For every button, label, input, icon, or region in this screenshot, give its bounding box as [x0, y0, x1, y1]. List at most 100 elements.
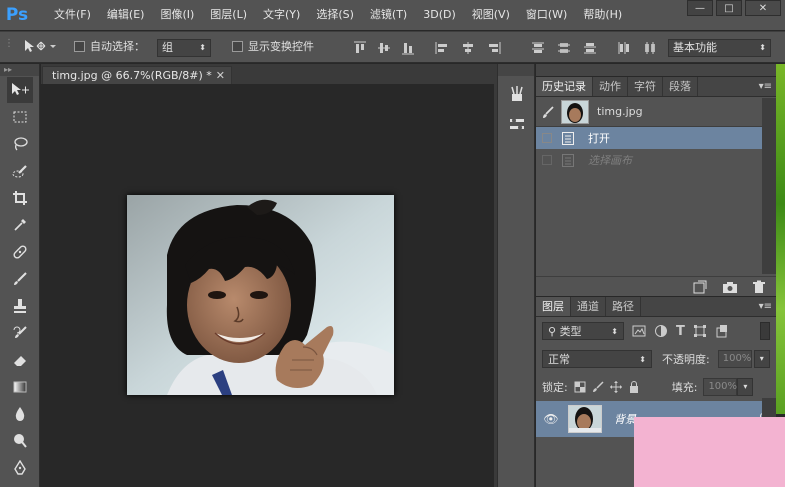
history-snapshot[interactable]: timg.jpg: [536, 97, 776, 127]
strip-grip[interactable]: [498, 64, 534, 76]
menu-filter[interactable]: 滤镜(T): [362, 0, 415, 30]
opacity-slider-toggle[interactable]: ▾: [753, 350, 770, 368]
menu-select[interactable]: 选择(S): [308, 0, 362, 30]
eye-icon[interactable]: 👁: [536, 412, 566, 426]
distribute-bottom-icon[interactable]: [582, 40, 598, 56]
align-vcenter-icon[interactable]: [376, 40, 392, 56]
fill-slider-toggle[interactable]: ▾: [737, 378, 754, 396]
options-grip-icon: ⋮: [4, 38, 14, 49]
dodge-tool[interactable]: [7, 428, 33, 454]
marquee-tool[interactable]: [7, 104, 33, 130]
filter-type-icon[interactable]: T: [676, 324, 685, 339]
align-top-icon[interactable]: [352, 40, 368, 56]
portrait-photo: [127, 195, 394, 395]
layers-panel-menu-icon[interactable]: ▾≡: [759, 297, 772, 317]
camera-icon[interactable]: [722, 280, 738, 294]
lock-all-icon[interactable]: [628, 381, 640, 393]
eraser-icon: [14, 356, 26, 366]
distribute-top-icon[interactable]: [530, 40, 546, 56]
tab-layers[interactable]: 图层: [536, 297, 571, 316]
distribute-hcenter-icon[interactable]: [642, 40, 658, 56]
menu-help[interactable]: 帮助(H): [575, 0, 630, 30]
menu-view[interactable]: 视图(V): [464, 0, 518, 30]
move-tool-preset-icon[interactable]: [22, 38, 56, 57]
menu-window[interactable]: 窗口(W): [518, 0, 575, 30]
auto-select-dropdown[interactable]: 组 ⬍: [157, 39, 211, 57]
lock-pixels-icon[interactable]: [592, 381, 604, 393]
document-image[interactable]: [127, 195, 394, 395]
quick-select-tool[interactable]: [7, 158, 33, 184]
tab-paragraph[interactable]: 段落: [663, 77, 698, 96]
layer-thumbnail: [568, 405, 602, 433]
history-state-open[interactable]: 打开: [536, 127, 776, 149]
menu-edit[interactable]: 编辑(E): [99, 0, 153, 30]
menu-file[interactable]: 文件(F): [46, 0, 99, 30]
history-scrollbar[interactable]: [762, 98, 776, 274]
eyedropper-tool[interactable]: [7, 212, 33, 238]
tool-presets-button[interactable]: [505, 112, 529, 136]
lock-transparent-icon[interactable]: [574, 381, 586, 393]
snapshot-thumbnail: [561, 99, 589, 124]
filter-adjustment-icon[interactable]: [654, 324, 668, 338]
align-bottom-icon[interactable]: [400, 40, 416, 56]
history-brush-tool[interactable]: [7, 320, 33, 346]
fill-input[interactable]: 100%: [703, 378, 738, 396]
brush-tool[interactable]: [7, 266, 33, 292]
history-state-checkbox[interactable]: [542, 155, 552, 165]
minimize-button[interactable]: —: [687, 0, 713, 16]
blur-tool[interactable]: [7, 401, 33, 427]
blend-mode-dropdown[interactable]: 正常 ⬍: [542, 350, 652, 368]
menu-type[interactable]: 文字(Y): [255, 0, 308, 30]
layer-name: 背景: [614, 413, 636, 426]
crop-tool[interactable]: [7, 185, 33, 211]
tab-paths[interactable]: 路径: [606, 297, 641, 316]
align-hcenter-icon[interactable]: [460, 40, 476, 56]
workspace-dropdown[interactable]: 基本功能 ⬍: [668, 39, 771, 57]
menu-3d[interactable]: 3D(D): [415, 0, 464, 30]
pen-tool[interactable]: [7, 455, 33, 481]
filter-smart-object-icon[interactable]: [715, 324, 729, 338]
blend-row: 正常 ⬍ 不透明度: 100% ▾: [536, 345, 776, 373]
filter-pixel-icon[interactable]: [632, 325, 646, 337]
move-tool[interactable]: [7, 77, 33, 103]
opacity-input[interactable]: 100%: [717, 350, 752, 368]
history-state-select-canvas[interactable]: 选择画布: [536, 149, 776, 171]
lock-position-icon[interactable]: [609, 381, 622, 393]
tab-actions[interactable]: 动作: [593, 77, 628, 96]
lasso-tool[interactable]: [7, 131, 33, 157]
auto-select-checkbox[interactable]: [74, 41, 85, 52]
tab-character[interactable]: 字符: [628, 77, 663, 96]
close-document-icon[interactable]: ✕: [216, 67, 225, 84]
clone-stamp-tool[interactable]: [7, 293, 33, 319]
align-left-icon[interactable]: [434, 40, 450, 56]
panel-menu-icon[interactable]: ▾≡: [759, 77, 772, 97]
filter-shape-icon[interactable]: [693, 324, 707, 338]
new-document-from-state-icon[interactable]: [692, 280, 708, 294]
tools-grip[interactable]: ▸▸: [0, 64, 39, 76]
tab-channels[interactable]: 通道: [571, 297, 606, 316]
menu-layer[interactable]: 图层(L): [202, 0, 255, 30]
distribute-left-icon[interactable]: [616, 40, 632, 56]
layer-filter-dropdown[interactable]: ⚲ 类型 ⬍: [542, 322, 624, 340]
healing-brush-tool[interactable]: [7, 239, 33, 265]
menu-image[interactable]: 图像(I): [152, 0, 202, 30]
brush-presets-button[interactable]: [505, 82, 529, 106]
close-button[interactable]: ✕: [745, 0, 781, 16]
document-icon: [562, 153, 574, 167]
lock-label: 锁定:: [542, 381, 568, 394]
show-transform-checkbox[interactable]: [232, 41, 243, 52]
search-icon: ⚲: [548, 325, 557, 338]
gradient-tool[interactable]: [7, 374, 33, 400]
panel-group-grip[interactable]: [536, 64, 776, 76]
document-tab[interactable]: timg.jpg @ 66.7%(RGB/8#) * ✕: [42, 66, 232, 84]
maximize-button[interactable]: □: [716, 0, 742, 16]
distribute-vcenter-icon[interactable]: [556, 40, 572, 56]
lasso-icon: [14, 137, 28, 151]
eraser-tool[interactable]: [7, 347, 33, 373]
trash-icon[interactable]: [752, 280, 766, 294]
lock-row: 锁定: 填充: 100% ▾: [536, 373, 776, 401]
align-right-icon[interactable]: [486, 40, 502, 56]
filter-toggle[interactable]: [760, 322, 770, 340]
history-state-checkbox[interactable]: [542, 133, 552, 143]
tab-history[interactable]: 历史记录: [536, 77, 593, 96]
